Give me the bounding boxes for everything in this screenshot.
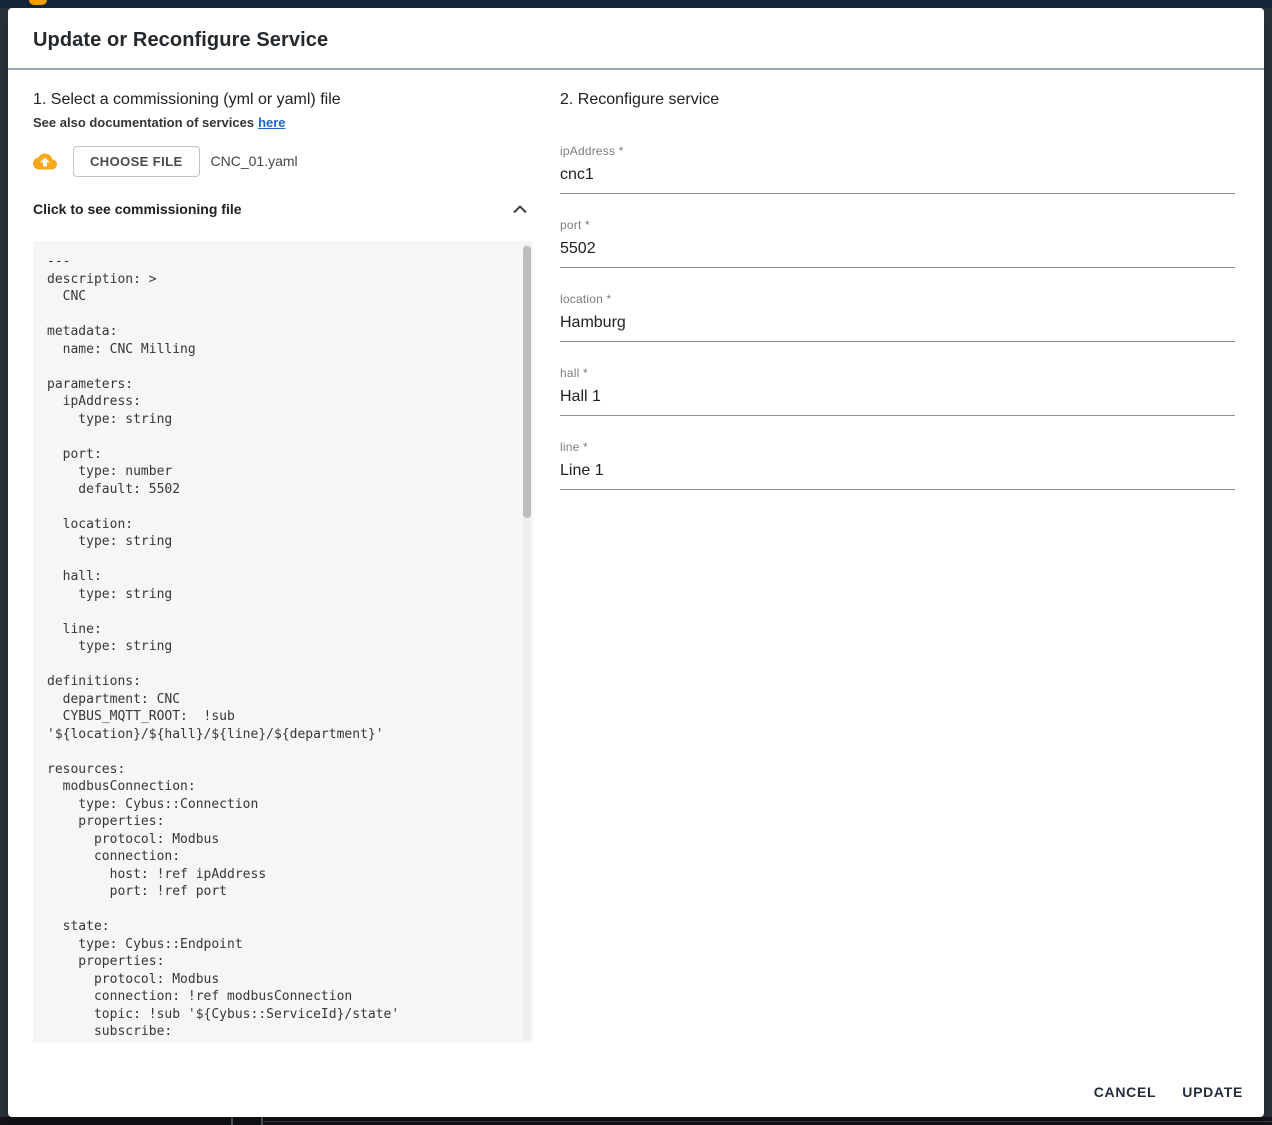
table-column-divider: [231, 1117, 233, 1125]
field-ipaddress-label: ipAddress *: [560, 144, 1235, 158]
ipaddress-input[interactable]: [560, 160, 1235, 194]
update-service-dialog: Update or Reconfigure Service 1. Select …: [8, 8, 1264, 1117]
field-port: port *: [560, 218, 1235, 268]
cancel-button[interactable]: CANCEL: [1086, 1076, 1165, 1108]
field-hall: hall *: [560, 366, 1235, 416]
hall-input[interactable]: [560, 382, 1235, 416]
field-port-label: port *: [560, 218, 1235, 232]
dialog-body: 1. Select a commissioning (yml or yaml) …: [8, 70, 1264, 1067]
left-section-title: 1. Select a commissioning (yml or yaml) …: [33, 90, 533, 110]
choose-file-button[interactable]: CHOOSE FILE: [73, 146, 200, 177]
cybus-logo-partial: [29, 0, 47, 5]
scrollbar-thumb[interactable]: [523, 246, 531, 518]
chevron-up-icon: [513, 205, 527, 214]
background-table-remnant: [0, 1117, 1272, 1125]
update-button[interactable]: UPDATE: [1174, 1076, 1251, 1108]
code-scrollbar[interactable]: [523, 243, 531, 1041]
field-location: location *: [560, 292, 1235, 342]
field-ipaddress: ipAddress *: [560, 144, 1235, 194]
line-input[interactable]: [560, 456, 1235, 490]
table-row-divider: [263, 1121, 1272, 1122]
docs-text: See also documentation of services: [33, 115, 254, 130]
page-background: Update or Reconfigure Service 1. Select …: [0, 0, 1272, 1125]
dialog-actions: CANCEL UPDATE: [8, 1067, 1264, 1117]
toggle-label: Click to see commissioning file: [33, 201, 242, 217]
right-section-title: 2. Reconfigure service: [560, 90, 1235, 110]
app-topbar: [0, 0, 1272, 8]
port-input[interactable]: [560, 234, 1235, 268]
reconfigure-form: ipAddress * port * location * hall *: [560, 144, 1235, 490]
field-line-label: line *: [560, 440, 1235, 454]
field-line: line *: [560, 440, 1235, 490]
selected-file-name: CNC_01.yaml: [211, 153, 298, 169]
commissioning-file-toggle[interactable]: Click to see commissioning file: [33, 201, 533, 217]
file-row: CHOOSE FILE CNC_01.yaml: [33, 146, 533, 176]
field-location-label: location *: [560, 292, 1235, 306]
commissioning-file-preview[interactable]: --- description: > CNC metadata: name: C…: [33, 241, 533, 1043]
reconfigure-column: 2. Reconfigure service ipAddress * port …: [560, 90, 1235, 1067]
yaml-content: --- description: > CNC metadata: name: C…: [47, 253, 513, 1041]
location-input[interactable]: [560, 308, 1235, 342]
cloud-upload-icon: [33, 152, 57, 171]
dialog-title: Update or Reconfigure Service: [33, 29, 1239, 52]
file-select-column: 1. Select a commissioning (yml or yaml) …: [33, 90, 533, 1067]
docs-here-link[interactable]: here: [258, 115, 285, 130]
docs-line: See also documentation of services here: [33, 115, 533, 130]
field-hall-label: hall *: [560, 366, 1235, 380]
dialog-header: Update or Reconfigure Service: [8, 8, 1264, 70]
